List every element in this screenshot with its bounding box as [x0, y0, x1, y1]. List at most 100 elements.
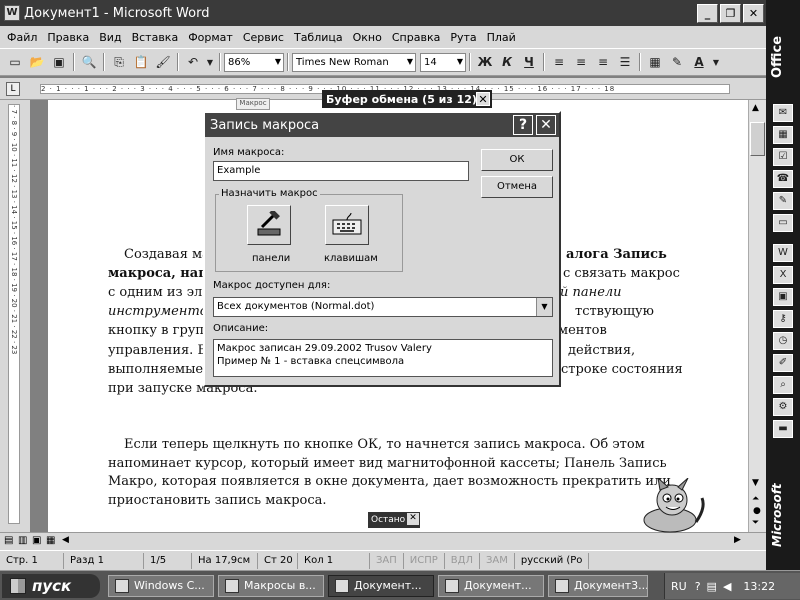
- word-icon[interactable]: W: [773, 244, 793, 262]
- contacts-icon[interactable]: ☎: [773, 170, 793, 188]
- menu-insert[interactable]: Вставка: [132, 31, 179, 44]
- ok-button[interactable]: ОК: [481, 149, 553, 171]
- select-browse-object-icon[interactable]: ●: [753, 506, 761, 516]
- macro-name-input[interactable]: Example: [213, 161, 469, 181]
- menu-edit[interactable]: Правка: [47, 31, 89, 44]
- help-icon[interactable]: ?: [513, 115, 533, 135]
- copy-icon[interactable]: ⎘: [109, 52, 129, 72]
- format-painter-icon[interactable]: 🖌: [153, 52, 173, 72]
- menu-view[interactable]: Вид: [99, 31, 121, 44]
- scroll-up-icon[interactable]: ▲: [752, 103, 759, 113]
- taskbar-item[interactable]: Windows C...: [108, 574, 214, 597]
- access-icon[interactable]: ⚷: [773, 310, 793, 328]
- menu-window[interactable]: Окно: [353, 31, 382, 44]
- menu-table[interactable]: Таблица: [294, 31, 343, 44]
- bold-button[interactable]: Ж: [475, 52, 495, 72]
- print-preview-icon[interactable]: 🔍: [79, 52, 99, 72]
- align-center-icon[interactable]: ≡: [571, 52, 591, 72]
- menu-ruta[interactable]: Рута: [450, 31, 476, 44]
- menu-format[interactable]: Формат: [188, 31, 233, 44]
- menu-tools[interactable]: Сервис: [243, 31, 284, 44]
- taskbar-item[interactable]: Документ3...: [548, 574, 648, 597]
- clipboard-toolbar[interactable]: Буфер обмена (5 из 12) ✕: [322, 90, 492, 108]
- zoom-select[interactable]: 86% ▼: [224, 52, 284, 72]
- status-track[interactable]: ИСПР: [404, 552, 445, 569]
- notes-icon[interactable]: ✎: [773, 192, 793, 210]
- status-rec[interactable]: ЗАП: [370, 552, 404, 569]
- new-document-icon[interactable]: ▭: [5, 52, 25, 72]
- stop-recording-toolbar[interactable]: Остано ✕: [368, 512, 420, 528]
- outline-view-icon[interactable]: ▦: [46, 535, 55, 546]
- back-icon[interactable]: ◀: [723, 580, 731, 593]
- scroll-left-icon[interactable]: ◀: [62, 535, 69, 545]
- taskbar-item[interactable]: Документ...: [328, 574, 434, 597]
- mail-icon[interactable]: ✉: [773, 104, 793, 122]
- scroll-down-icon[interactable]: ▼: [752, 478, 759, 488]
- tasks-icon[interactable]: ☑: [773, 148, 793, 166]
- excel-icon[interactable]: X: [773, 266, 793, 284]
- office-assistant-cat[interactable]: [632, 476, 708, 534]
- align-right-icon[interactable]: ≡: [593, 52, 613, 72]
- description-textarea[interactable]: Макрос записан 29.09.2002 Trusov Valery …: [213, 339, 553, 377]
- dialog-titlebar[interactable]: Запись макроса ? ✕: [205, 113, 559, 137]
- status-extend[interactable]: ВДЛ: [445, 552, 480, 569]
- font-size-select[interactable]: 14 ▼: [420, 52, 466, 72]
- justify-icon[interactable]: ☰: [615, 52, 635, 72]
- vertical-ruler-ticks[interactable]: · 7 · 8 · 9 · 10 · 11 · 12 · 13 · 14 · 1…: [8, 104, 20, 524]
- clock-icon[interactable]: ◷: [773, 332, 793, 350]
- restore-button[interactable]: ❐: [720, 3, 741, 23]
- chevron-down-icon[interactable]: ▼: [711, 52, 721, 72]
- menu-help[interactable]: Справка: [392, 31, 440, 44]
- scroll-thumb[interactable]: [750, 122, 765, 156]
- assign-toolbar-button[interactable]: [247, 205, 291, 245]
- bookmark-icon[interactable]: ✐: [773, 354, 793, 372]
- start-button[interactable]: пуск: [2, 573, 100, 598]
- macro-toolbar-stub[interactable]: Макрос: [236, 98, 270, 110]
- font-select[interactable]: Times New Roman ▼: [292, 52, 416, 72]
- close-window-button[interactable]: ✕: [743, 3, 764, 23]
- window-icon[interactable]: ▬: [773, 420, 793, 438]
- new-doc-icon[interactable]: ▭: [773, 214, 793, 232]
- calendar-icon[interactable]: ▦: [773, 126, 793, 144]
- assign-keyboard-button[interactable]: [325, 205, 369, 245]
- minimize-button[interactable]: _: [697, 3, 718, 23]
- taskbar-item[interactable]: Макросы в...: [218, 574, 324, 597]
- search-icon[interactable]: ⌕: [773, 376, 793, 394]
- borders-icon[interactable]: ▦: [645, 52, 665, 72]
- menu-file[interactable]: Файл: [7, 31, 37, 44]
- powerpoint-icon[interactable]: ▣: [773, 288, 793, 306]
- clipboard-tray-icon[interactable]: ▤: [707, 580, 717, 593]
- print-view-icon[interactable]: ▣: [32, 535, 41, 546]
- align-left-icon[interactable]: ≡: [549, 52, 569, 72]
- web-view-icon[interactable]: ▥: [18, 535, 27, 546]
- chevron-down-icon[interactable]: ▼: [536, 298, 552, 316]
- close-icon[interactable]: ✕: [407, 513, 419, 525]
- cancel-button[interactable]: Отмена: [481, 176, 553, 198]
- word-app-icon[interactable]: W: [4, 5, 20, 21]
- paste-icon[interactable]: 📋: [131, 52, 151, 72]
- normal-view-icon[interactable]: ▤: [4, 535, 13, 546]
- help-icon[interactable]: ?: [695, 580, 701, 593]
- vertical-scrollbar[interactable]: ▲ ▼ ⏶ ● ⏷: [748, 100, 766, 532]
- font-color-button[interactable]: А: [689, 52, 709, 72]
- taskbar-item[interactable]: Документ...: [438, 574, 544, 597]
- undo-icon[interactable]: ↶: [183, 52, 203, 72]
- scroll-right-icon[interactable]: ▶: [734, 535, 741, 545]
- prev-page-icon[interactable]: ⏶: [752, 494, 759, 504]
- status-language[interactable]: русский (Ро: [515, 552, 590, 569]
- store-macro-select[interactable]: Всех документов (Normal.dot) ▼: [213, 297, 553, 317]
- language-indicator[interactable]: RU: [671, 580, 687, 593]
- open-folder-icon[interactable]: 📂: [27, 52, 47, 72]
- save-icon[interactable]: ▣: [49, 52, 69, 72]
- chevron-down-icon[interactable]: ▼: [205, 52, 215, 72]
- settings-icon[interactable]: ⚙: [773, 398, 793, 416]
- status-overtype[interactable]: ЗАМ: [480, 552, 515, 569]
- close-icon[interactable]: ✕: [476, 92, 490, 106]
- next-page-icon[interactable]: ⏷: [752, 518, 759, 528]
- close-icon[interactable]: ✕: [536, 115, 556, 135]
- horizontal-scrollbar[interactable]: ▤ ▥ ▣ ▦ ◀ ▶: [0, 532, 766, 550]
- menu-plai[interactable]: Плай: [487, 31, 516, 44]
- highlight-icon[interactable]: ✎: [667, 52, 687, 72]
- underline-button[interactable]: Ч: [519, 52, 539, 72]
- tab-stop-selector[interactable]: L: [6, 82, 20, 96]
